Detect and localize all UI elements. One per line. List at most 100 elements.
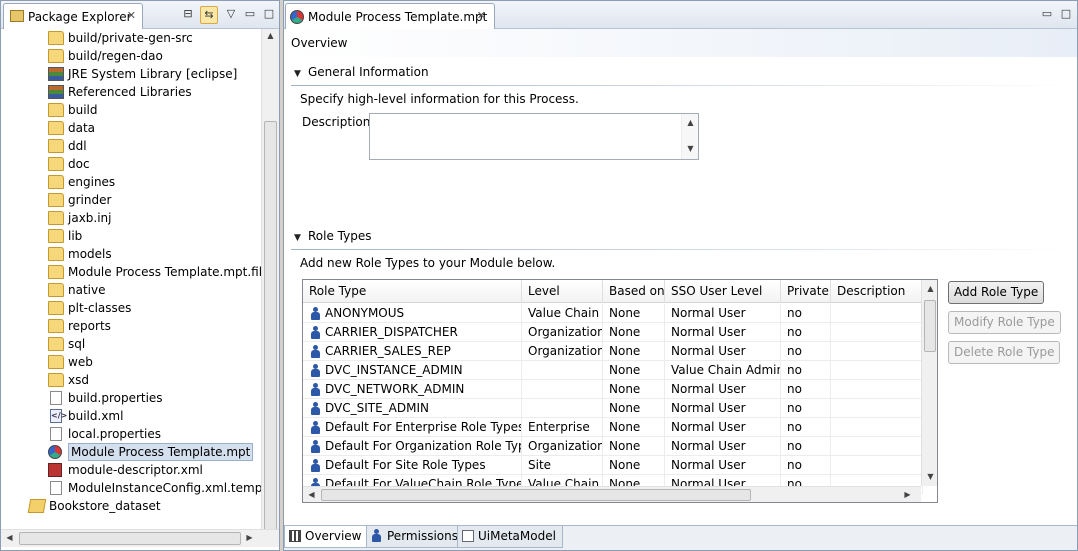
column-header[interactable]: Level xyxy=(522,280,603,303)
scroll-up-icon[interactable]: ▲ xyxy=(922,284,937,293)
tree-item-label: data xyxy=(68,121,96,135)
tree-item-label: Referenced Libraries xyxy=(68,85,192,99)
role-type-icon xyxy=(311,421,320,434)
tab-module-process-template[interactable]: Module Process Template.mpt ✕ xyxy=(285,3,495,29)
table-row[interactable]: ANONYMOUS Value Chain None Normal User no xyxy=(303,304,923,323)
table-header: Role Type Level Based on SSO User Level Priv… xyxy=(303,280,923,303)
file-icon xyxy=(50,481,62,495)
folder-icon xyxy=(48,355,64,369)
table-row[interactable]: DVC_NETWORK_ADMIN None Normal User no xyxy=(303,380,923,399)
form-title: Overview xyxy=(284,29,1077,57)
table-vertical-scrollbar[interactable]: ▲ ▼ xyxy=(921,280,937,486)
table-cell: DVC_SITE_ADMIN xyxy=(303,399,522,418)
h-scroll-thumb[interactable] xyxy=(19,532,241,545)
scroll-right-icon[interactable]: ▶ xyxy=(899,490,916,499)
scroll-right-icon[interactable]: ▶ xyxy=(241,533,258,542)
expand-twisty-icon[interactable]: ▼ xyxy=(294,233,308,243)
table-cell xyxy=(522,380,603,399)
table-row[interactable]: CARRIER_SALES_REP Organization None Normal … xyxy=(303,342,923,361)
tree-item-label: Bookstore_dataset xyxy=(49,499,161,513)
table-cell: no xyxy=(781,323,831,342)
tab-overview[interactable]: Overview xyxy=(284,526,369,548)
minimize-icon[interactable]: ▭ xyxy=(1038,6,1056,24)
section-divider xyxy=(291,85,1074,86)
table-row[interactable]: CARRIER_DISPATCHER Organization None Normal… xyxy=(303,323,923,342)
view-menu-icon[interactable]: ▽ xyxy=(222,6,240,24)
tree-item-label: native xyxy=(68,283,106,297)
scroll-left-icon[interactable]: ◀ xyxy=(1,533,18,542)
collapse-all-icon[interactable]: ⊟ xyxy=(179,6,197,24)
h-scroll-thumb[interactable] xyxy=(321,489,751,501)
page-tab-label: Permissions xyxy=(387,529,458,543)
column-header[interactable]: Private xyxy=(781,280,831,303)
folder-icon xyxy=(48,283,64,297)
folder-icon xyxy=(48,193,64,207)
tree-horizontal-scrollbar[interactable]: ◀ ▶ xyxy=(1,529,279,547)
tab-package-explorer[interactable]: Package Explorer ✕ xyxy=(3,3,143,29)
project-tree[interactable]: build/private-gen-src build/regen-dao JRE … xyxy=(1,29,261,529)
table-cell xyxy=(831,304,923,323)
table-cell: None xyxy=(603,380,665,399)
close-icon[interactable]: ✕ xyxy=(477,9,486,22)
table-cell: None xyxy=(603,361,665,380)
table-cell: CARRIER_DISPATCHER xyxy=(303,323,522,342)
table-cell: None xyxy=(603,399,665,418)
file-icon xyxy=(50,391,62,405)
source-folder-icon xyxy=(48,31,64,45)
scroll-down-icon[interactable]: ▼ xyxy=(682,144,699,153)
maximize-icon[interactable]: □ xyxy=(260,6,278,24)
table-horizontal-scrollbar[interactable]: ◀ ▶ xyxy=(303,486,921,502)
editor-tabbar: Module Process Template.mpt ✕ ▭ □ xyxy=(284,1,1077,29)
table-cell: no xyxy=(781,399,831,418)
close-icon[interactable]: ✕ xyxy=(127,9,136,22)
table-row[interactable]: DVC_SITE_ADMIN None Normal User no xyxy=(303,399,923,418)
table-row[interactable]: Default For Enterprise Role Types Enterpr… xyxy=(303,418,923,437)
tree-item-label: build/regen-dao xyxy=(68,49,163,63)
folder-icon xyxy=(48,103,64,117)
scroll-up-icon[interactable]: ▲ xyxy=(682,118,699,127)
source-folder-icon xyxy=(48,49,64,63)
role-type-icon xyxy=(311,307,320,320)
column-header[interactable]: Role Type xyxy=(303,280,522,303)
add-role-type-button[interactable]: Add Role Type xyxy=(948,281,1045,304)
person-icon xyxy=(371,529,383,542)
modify-role-type-button[interactable]: Modify Role Type xyxy=(948,311,1061,334)
scroll-thumb[interactable] xyxy=(924,300,936,352)
role-types-table[interactable]: Role Type Level Based on SSO User Level Priv… xyxy=(302,279,938,503)
expand-twisty-icon[interactable]: ▼ xyxy=(294,69,308,79)
scroll-thumb[interactable] xyxy=(264,121,277,539)
scroll-left-icon[interactable]: ◀ xyxy=(303,490,320,499)
folder-icon xyxy=(48,139,64,153)
link-with-editor-icon[interactable]: ⇆ xyxy=(200,6,218,24)
table-cell xyxy=(831,456,923,475)
package-explorer-icon xyxy=(10,10,24,22)
column-header[interactable]: SSO User Level xyxy=(665,280,781,303)
table-row[interactable]: DVC_INSTANCE_ADMIN None Value Chain Admin n… xyxy=(303,361,923,380)
form-title-text: Overview xyxy=(291,36,348,50)
scroll-up-icon[interactable]: ▲ xyxy=(262,31,279,40)
general-information-section-header[interactable]: ▼ General Information xyxy=(294,65,429,79)
tab-uimetamodel[interactable]: UiMetaModel xyxy=(457,526,563,548)
page-tab-label: UiMetaModel xyxy=(478,529,556,543)
tab-permissions[interactable]: Permissions xyxy=(366,526,465,548)
tree-item-label: JRE System Library xyxy=(68,67,182,81)
role-types-section-header[interactable]: ▼ Role Types xyxy=(294,229,372,243)
tree-vertical-scrollbar[interactable]: ▲ xyxy=(261,29,279,539)
section-divider xyxy=(291,249,1074,250)
column-header[interactable]: Based on xyxy=(603,280,665,303)
description-scrollbar[interactable]: ▲ ▼ xyxy=(681,114,698,159)
delete-role-type-button[interactable]: Delete Role Type xyxy=(948,341,1061,364)
tree-item-label: plt-classes xyxy=(68,301,132,315)
table-row[interactable]: Default For Organization Role Types Organ… xyxy=(303,437,923,456)
table-cell xyxy=(831,437,923,456)
table-row[interactable]: Default For Site Role Types Site None Norma… xyxy=(303,456,923,475)
table-cell xyxy=(831,380,923,399)
maximize-icon[interactable]: □ xyxy=(1057,6,1075,24)
folder-icon xyxy=(48,211,64,225)
table-cell: Enterprise xyxy=(522,418,603,437)
description-textarea[interactable]: ▲ ▼ xyxy=(369,113,699,160)
column-header[interactable]: Description xyxy=(831,280,923,303)
minimize-icon[interactable]: ▭ xyxy=(241,6,259,24)
tree-item-label: Module Process Template.mpt xyxy=(68,443,254,461)
scroll-down-icon[interactable]: ▼ xyxy=(922,472,937,481)
